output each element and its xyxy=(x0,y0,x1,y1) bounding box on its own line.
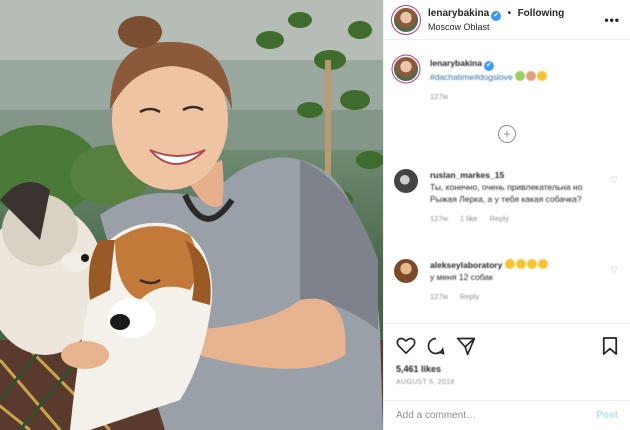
commenter-avatar[interactable] xyxy=(394,259,418,283)
post-comment-button[interactable]: Post xyxy=(596,410,618,421)
more-options-icon[interactable]: ••• xyxy=(604,13,620,27)
comment-item: alekseylaboratory у меня 12 собак 127w R… xyxy=(394,259,620,303)
action-icons-row xyxy=(396,334,618,358)
emoji-icon xyxy=(537,259,548,269)
caption-row: lenarybakina ✔ #dachatime#dogslove 127w xyxy=(394,57,620,103)
caption-hashtags[interactable]: #dachatime#dogslove xyxy=(430,72,513,82)
add-comment-bar: Post xyxy=(384,400,630,430)
comment-body: ruslan_markes_15 Ты, конечно, очень прив… xyxy=(430,169,590,225)
author-avatar[interactable] xyxy=(394,7,418,32)
post-side-panel: lenarybakina ✔ • Following Moscow Oblast … xyxy=(383,0,630,430)
emoji-icon xyxy=(515,259,526,269)
smile-emoji-icon xyxy=(515,71,526,81)
comment-likes[interactable]: 1 like xyxy=(460,214,478,223)
verified-badge-icon: ✔ xyxy=(483,61,494,71)
instagram-post: lenarybakina ✔ • Following Moscow Oblast … xyxy=(0,0,630,430)
comment-time[interactable]: 127w xyxy=(430,214,448,223)
caption-body: lenarybakina ✔ #dachatime#dogslove 127w xyxy=(430,57,548,103)
location-link[interactable]: Moscow Oblast xyxy=(428,21,564,34)
comments-section: lenarybakina ✔ #dachatime#dogslove 127w +… xyxy=(384,41,630,323)
emoji-icon xyxy=(526,259,537,269)
reply-button[interactable]: Reply xyxy=(460,292,479,301)
smile-emoji-icon xyxy=(537,71,548,81)
author-info: lenarybakina ✔ • Following Moscow Oblast xyxy=(428,5,564,34)
load-more-comments-icon[interactable]: + xyxy=(498,125,516,143)
comment-username[interactable]: ruslan_markes_15 xyxy=(430,169,590,181)
comment-text: у меня 12 собак xyxy=(430,272,493,282)
comment-time[interactable]: 127w xyxy=(430,292,448,301)
share-send-icon[interactable] xyxy=(456,336,476,356)
author-username[interactable]: lenarybakina xyxy=(428,8,489,19)
photo-illustration xyxy=(0,0,383,430)
like-heart-icon[interactable] xyxy=(396,336,416,354)
post-header: lenarybakina ✔ • Following Moscow Oblast … xyxy=(384,0,630,40)
emoji-icon xyxy=(504,259,515,269)
separator-dot: • xyxy=(507,8,512,19)
comment-username[interactable]: alekseylaboratory xyxy=(430,260,502,270)
following-button[interactable]: Following xyxy=(518,8,565,19)
post-photo[interactable] xyxy=(0,0,383,430)
post-date[interactable]: AUGUST 5, 2018 xyxy=(396,379,618,386)
comment-bubble-icon[interactable] xyxy=(426,336,446,356)
likes-count[interactable]: 5,461 likes xyxy=(396,364,618,374)
comment-body: alekseylaboratory у меня 12 собак 127w R… xyxy=(430,259,549,303)
comment-item: ruslan_markes_15 Ты, конечно, очень прив… xyxy=(394,169,620,225)
commenter-avatar[interactable] xyxy=(394,169,418,193)
caption-username[interactable]: lenarybakina xyxy=(430,58,482,68)
post-actions: 5,461 likes AUGUST 5, 2018 xyxy=(384,323,630,386)
reply-button[interactable]: Reply xyxy=(490,214,509,223)
caption-time[interactable]: 127w xyxy=(430,92,448,101)
comment-like-heart-icon[interactable]: ♡ xyxy=(610,175,618,186)
verified-badge-icon: ✔ xyxy=(491,11,502,21)
comment-text: Ты, конечно, очень привлекательна но Рыж… xyxy=(430,182,583,204)
save-bookmark-icon[interactable] xyxy=(602,336,618,356)
caption-avatar[interactable] xyxy=(394,57,418,81)
face-emoji-icon xyxy=(526,71,537,81)
add-comment-input[interactable] xyxy=(396,410,597,421)
comment-like-heart-icon[interactable]: ♡ xyxy=(610,265,618,276)
